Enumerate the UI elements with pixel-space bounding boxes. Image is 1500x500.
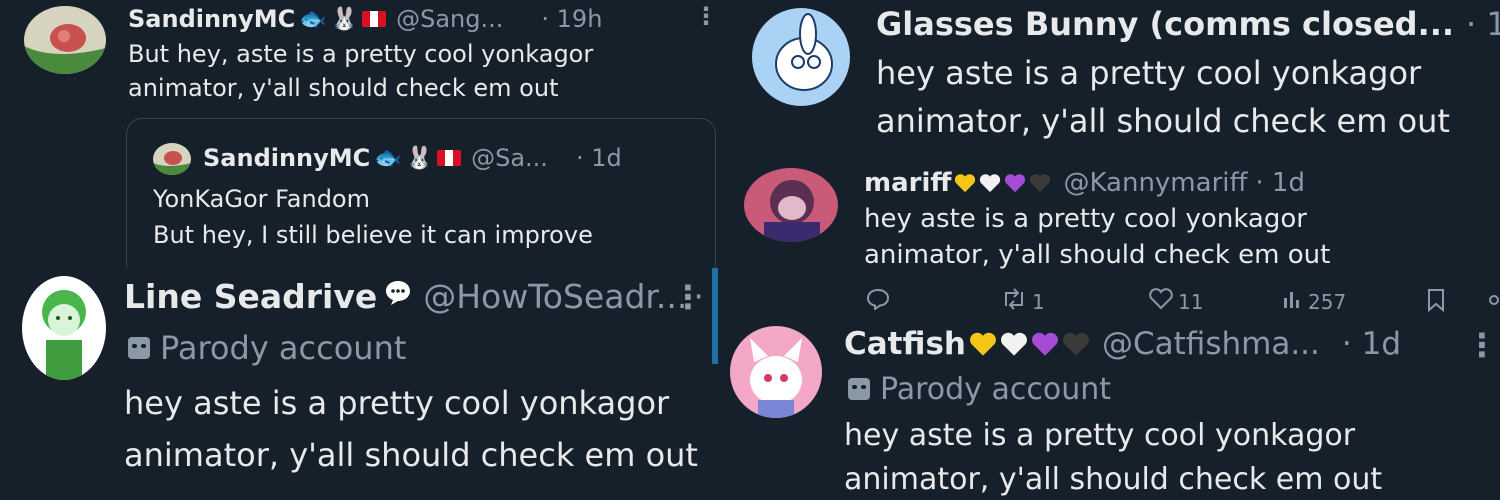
speech-bubble-icon xyxy=(383,277,413,316)
purple-heart-icon xyxy=(1031,331,1059,357)
retweet-button[interactable]: 1 xyxy=(1000,288,1045,315)
views-icon xyxy=(1282,288,1304,315)
tweet-panel-glasses-bunny: Glasses Bunny (comms closed... · 1d hey … xyxy=(720,0,1500,160)
parody-mask-icon xyxy=(848,378,870,400)
author-handle[interactable]: @Kannymariff xyxy=(1063,168,1247,198)
reply-icon xyxy=(866,288,890,315)
tweet-text-line2: animator, y'all should check em out xyxy=(124,436,698,474)
tweet-time[interactable]: · 19h xyxy=(541,5,602,33)
avatar-glasses-bunny[interactable] xyxy=(752,8,850,106)
tweet-text-line2: animator, y'all should check em out xyxy=(876,102,1450,140)
author-handle[interactable]: @Sang... xyxy=(396,5,503,33)
avatar-catfish[interactable] xyxy=(730,326,822,418)
tweet-time[interactable]: · 1d xyxy=(1255,168,1305,198)
quoted-tweet[interactable]: SandinnyMC 🐟 🐰 @Sa... · 1d YonKaGor Fand… xyxy=(126,118,716,270)
fish-icon: 🐟 xyxy=(374,145,402,171)
share-button[interactable] xyxy=(1486,288,1500,317)
tweet-text-line2: animator, y'all should check em out xyxy=(128,74,559,102)
parody-label: Parody account xyxy=(848,370,1111,408)
tweet-time[interactable]: · 1d xyxy=(1342,326,1401,362)
tweet-text-line2: animator, y'all should check em out xyxy=(864,240,1331,270)
yellow-heart-icon xyxy=(954,173,976,193)
tweet-text-line2: animator, y'all should check em out xyxy=(844,462,1383,497)
author-name[interactable]: mariff xyxy=(864,168,951,198)
tweet-panel-mariff: mariff @Kannymariff · 1d hey aste is a p… xyxy=(720,160,1500,330)
tweet-text-line1: But hey, aste is a pretty cool yonkagor xyxy=(128,40,594,68)
tweet-header: Catfish @Catfishma... · 1d xyxy=(844,324,1401,364)
more-icon[interactable]: ⋮ xyxy=(672,278,704,316)
rabbit-icon: 🐰 xyxy=(330,6,359,32)
bookmark-button[interactable] xyxy=(1426,288,1446,317)
author-handle[interactable]: @HowToSeadr... xyxy=(423,277,687,316)
avatar-line-seadrive[interactable] xyxy=(22,276,106,380)
views-button[interactable]: 257 xyxy=(1282,288,1346,315)
quote-time: · 1d xyxy=(575,144,622,172)
tweet-text-line1: hey aste is a pretty cool yonkagor xyxy=(124,384,670,422)
tweet-panel-sandinny: SandinnyMC 🐟 🐰 @Sang... · 19h ⋮ But hey,… xyxy=(0,0,720,270)
more-icon[interactable]: ⋮ xyxy=(1466,326,1498,364)
quote-header: SandinnyMC 🐟 🐰 @Sa... · 1d xyxy=(203,143,622,173)
author-name[interactable]: Catfish xyxy=(844,326,966,362)
tweet-panel-line-seadrive: Line Seadrive @HowToSeadr... · 1d ⋮ Paro… xyxy=(0,268,718,500)
rabbit-icon: 🐰 xyxy=(405,145,434,171)
quote-text-line1: YonKaGor Fandom xyxy=(153,185,370,213)
white-heart-icon xyxy=(1000,331,1028,357)
purple-heart-icon xyxy=(1004,173,1026,193)
quote-avatar xyxy=(153,143,191,175)
avatar-mariff[interactable] xyxy=(744,168,838,242)
avatar-sandinny[interactable] xyxy=(24,6,106,74)
reply-button[interactable] xyxy=(866,288,890,315)
quote-text-line2: But hey, I still believe it can improve xyxy=(153,221,593,249)
parody-label: Parody account xyxy=(128,328,406,368)
tweet-panel-catfish: Catfish @Catfishma... · 1d ⋮ Parody acco… xyxy=(718,318,1500,500)
author-name[interactable]: Line Seadrive xyxy=(124,277,377,316)
retweet-count: 1 xyxy=(1032,289,1045,314)
parody-mask-icon xyxy=(128,337,150,359)
like-count: 11 xyxy=(1178,289,1204,314)
bookmark-icon xyxy=(1426,288,1446,317)
author-name[interactable]: SandinnyMC xyxy=(128,5,295,33)
tweet-text-line1: hey aste is a pretty cool yonkagor xyxy=(864,204,1307,234)
tweet-text-line1: hey aste is a pretty cool yonkagor xyxy=(876,54,1422,92)
fish-icon: 🐟 xyxy=(299,6,327,32)
author-name[interactable]: Glasses Bunny (comms closed... xyxy=(876,5,1454,43)
tweet-text-line1: hey aste is a pretty cool yonkagor xyxy=(844,418,1356,453)
black-heart-icon xyxy=(1062,331,1090,357)
peru-flag-icon xyxy=(362,11,387,27)
parody-account-label: Parody account xyxy=(880,371,1112,407)
tweet-time[interactable]: · 1d xyxy=(1466,5,1500,43)
share-icon xyxy=(1486,288,1500,317)
retweet-icon xyxy=(1000,288,1028,315)
like-button[interactable]: 11 xyxy=(1148,288,1203,315)
more-icon[interactable]: ⋮ xyxy=(694,2,718,30)
tweet-header: SandinnyMC 🐟 🐰 @Sang... · 19h xyxy=(128,4,602,34)
parody-account-label: Parody account xyxy=(160,329,407,367)
peru-flag-icon xyxy=(437,150,462,166)
views-count: 257 xyxy=(1308,289,1347,314)
yellow-heart-icon xyxy=(969,331,997,357)
quote-author-name: SandinnyMC xyxy=(203,144,371,172)
tweet-header: Glasses Bunny (comms closed... · 1d xyxy=(876,4,1500,44)
quote-author-handle: @Sa... xyxy=(471,144,548,172)
author-handle[interactable]: @Catfishma... xyxy=(1102,326,1320,362)
tweet-header: mariff @Kannymariff · 1d xyxy=(864,166,1305,200)
white-heart-icon xyxy=(979,173,1001,193)
like-icon xyxy=(1148,288,1174,315)
black-heart-icon xyxy=(1029,173,1051,193)
tweet-header: Line Seadrive @HowToSeadr... · 1d xyxy=(124,276,718,316)
